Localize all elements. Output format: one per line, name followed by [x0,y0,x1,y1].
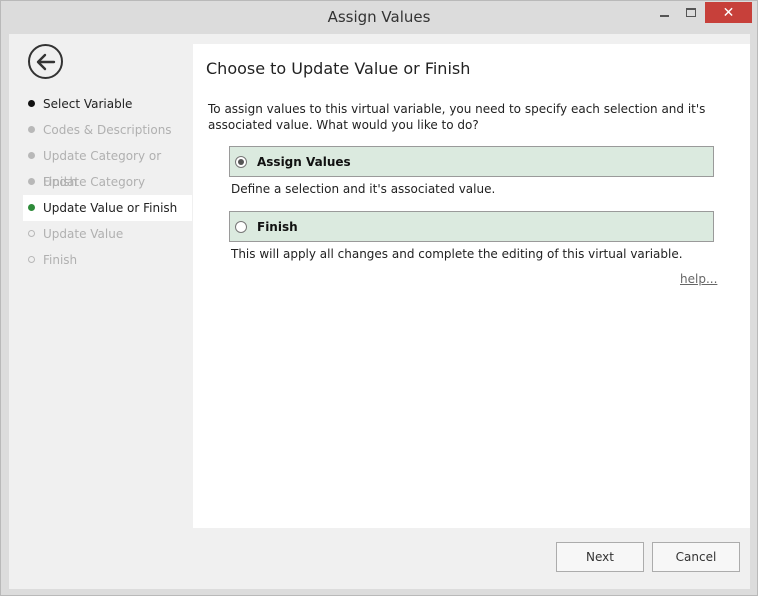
step-codes-descriptions: Codes & Descriptions [23,117,192,143]
help-link[interactable]: help... [680,272,717,286]
finish-radio[interactable] [235,220,247,233]
step-label: Update Value [43,227,124,241]
step-completed-dot-icon [28,100,35,107]
option-finish[interactable]: Finish [229,211,714,242]
next-button[interactable]: Next [556,542,644,572]
back-button[interactable] [28,44,63,79]
wizard-content-panel: Choose to Update Value or Finish To assi… [193,44,750,528]
step-finish: Finish [23,247,192,273]
title-bar[interactable]: Assign Values ✕ [1,1,757,34]
step-update-category-or-finish: Update Category or Finish [23,143,192,189]
option-description: Define a selection and it's associated v… [231,182,496,196]
wizard-sidebar: Select Variable Codes & Descriptions Upd… [9,34,192,528]
step-select-variable[interactable]: Select Variable [23,91,192,117]
step-label: Update Category [43,175,146,189]
option-description: This will apply all changes and complete… [231,247,683,261]
step-pending-dot-icon [28,230,35,237]
step-dot-icon [28,178,35,185]
option-label: Assign Values [257,154,351,169]
step-label: Select Variable [43,97,133,111]
step-label: Codes & Descriptions [43,123,172,137]
maximize-icon [686,8,696,17]
option-assign-values[interactable]: Assign Values [229,146,714,177]
step-dot-icon [28,152,35,159]
intro-text: To assign values to this virtual variabl… [208,102,706,132]
close-icon: ✕ [722,4,735,21]
step-update-value-or-finish[interactable]: Update Value or Finish [23,195,192,221]
cancel-button[interactable]: Cancel [652,542,740,572]
step-label: Update Value or Finish [43,201,178,215]
minimize-button[interactable] [649,2,679,23]
back-arrow-icon [36,53,55,70]
page-title: Choose to Update Value or Finish [206,59,471,78]
step-pending-dot-icon [28,256,35,263]
wizard-steps: Select Variable Codes & Descriptions Upd… [23,91,192,273]
step-update-category: Update Category [23,169,192,195]
assign-values-radio[interactable] [235,155,247,168]
maximize-button[interactable] [676,2,706,23]
step-update-value: Update Value [23,221,192,247]
dialog-window: Assign Values ✕ Select Variable Codes & … [0,0,758,596]
step-label: Finish [43,253,78,267]
close-button[interactable]: ✕ [705,2,752,23]
step-dot-icon [28,126,35,133]
option-label: Finish [257,219,298,234]
window-title: Assign Values [327,8,431,26]
step-current-dot-icon [28,204,35,211]
dialog-client-area: Select Variable Codes & Descriptions Upd… [9,34,750,589]
minimize-icon [659,14,669,17]
